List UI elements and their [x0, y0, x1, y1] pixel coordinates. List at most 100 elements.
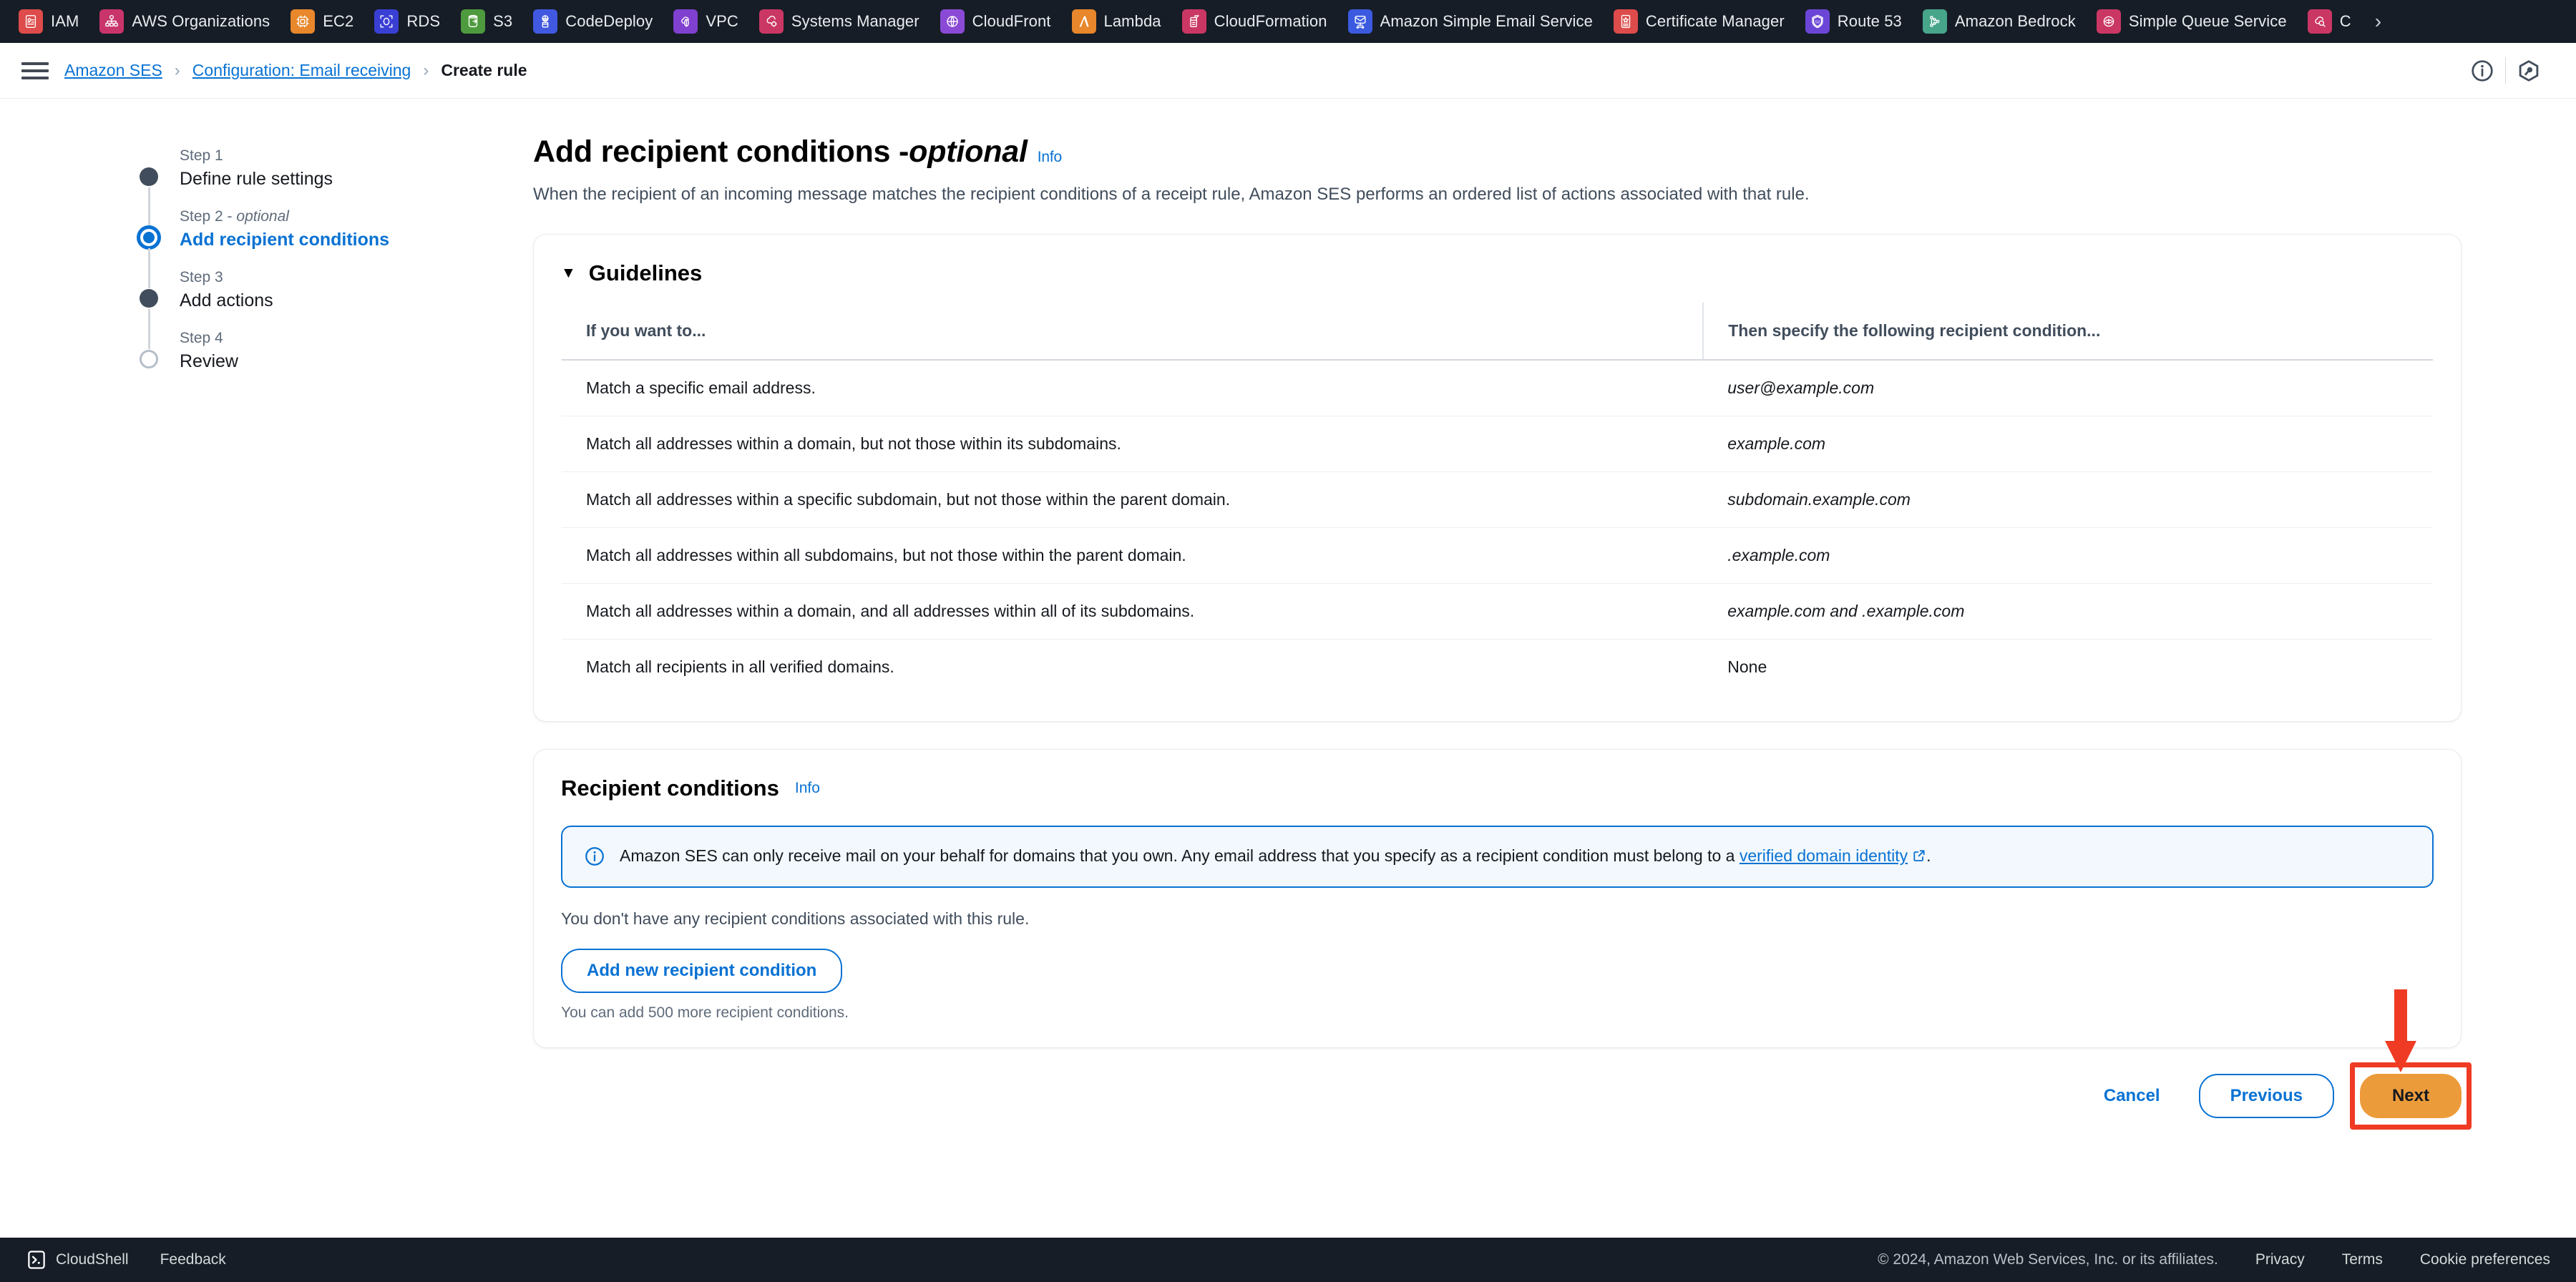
- table-row: Match all addresses within a domain, and…: [562, 583, 2433, 640]
- s3-icon: [461, 9, 486, 34]
- page-body: Step 1 Define rule settings Step 2 - opt…: [0, 99, 2576, 1238]
- wizard-step-add-actions[interactable]: Step 3 Add actions: [140, 268, 533, 349]
- table-row: Match all addresses within a domain, but…: [562, 416, 2433, 472]
- table-row: Match all addresses within a specific su…: [562, 471, 2433, 528]
- service-link-cloudfront[interactable]: CloudFront: [932, 0, 1063, 43]
- service-link-c[interactable]: C: [2299, 0, 2363, 43]
- breadcrumb-separator: ›: [174, 60, 180, 80]
- info-circle-icon: [584, 846, 605, 867]
- cookie-preferences-link[interactable]: Cookie preferences: [2401, 1251, 2550, 1268]
- rds-icon: [374, 9, 399, 34]
- service-link-amazon-bedrock[interactable]: Amazon Bedrock: [1914, 0, 2088, 43]
- guidelines-table: If you want to... Then specify the follo…: [561, 301, 2434, 695]
- step-dot-icon: [140, 288, 158, 308]
- cancel-button[interactable]: Cancel: [2091, 1076, 2173, 1116]
- service-link-iam[interactable]: IAM: [10, 0, 91, 43]
- service-label: Systems Manager: [791, 12, 919, 30]
- guideline-condition-cell: example.com and .example.com: [1703, 583, 2433, 640]
- breadcrumb-separator: ›: [423, 60, 429, 80]
- breadcrumb-item-amazon-ses[interactable]: Amazon SES: [64, 61, 162, 80]
- service-link-simple-queue-service[interactable]: Simple Queue Service: [2088, 0, 2299, 43]
- info-alert: Amazon SES can only receive mail on your…: [561, 825, 2434, 888]
- service-link-certificate-manager[interactable]: Certificate Manager: [1605, 0, 1797, 43]
- guidelines-header[interactable]: ▼ Guidelines: [561, 256, 2434, 302]
- verified-domain-identity-link[interactable]: verified domain identity: [1740, 846, 1908, 865]
- guideline-condition-cell: None: [1727, 657, 1767, 676]
- chevron-down-icon[interactable]: ▼: [561, 265, 576, 280]
- codedeploy-icon: [533, 9, 558, 34]
- feedback-link[interactable]: Feedback: [145, 1251, 242, 1268]
- service-link-aws-organizations[interactable]: AWS Organizations: [91, 0, 282, 43]
- main-content: Add recipient conditions - optional Info…: [533, 99, 2576, 1238]
- page-title-info-link[interactable]: Info: [1038, 149, 1062, 166]
- recipient-conditions-header: Recipient conditions Info: [561, 771, 2434, 820]
- step-dot-current-icon: [137, 225, 161, 250]
- ec2-icon: [291, 9, 316, 34]
- wizard-action-bar: Cancel Previous Next: [533, 989, 2472, 1130]
- service-link-s3[interactable]: S3: [452, 0, 525, 43]
- wizard-navigation: Step 1 Define rule settings Step 2 - opt…: [0, 99, 533, 1238]
- settings-hex-icon[interactable]: [2506, 48, 2552, 94]
- external-link-icon[interactable]: [1912, 846, 1926, 869]
- wizard-step-label: Step 1: [180, 147, 223, 164]
- guideline-condition-cell: example.com: [1703, 416, 2433, 472]
- lambda-icon: [1071, 9, 1096, 34]
- service-label: RDS: [406, 12, 441, 30]
- step-dot-pending-icon: [140, 349, 158, 368]
- wizard-step-define-rule-settings[interactable]: Step 1 Define rule settings: [140, 146, 533, 227]
- next-button[interactable]: Next: [2359, 1073, 2462, 1118]
- service-link-systems-manager[interactable]: Systems Manager: [751, 0, 932, 43]
- service-label: CloudFront: [972, 12, 1051, 30]
- wizard-step-title: Review: [180, 351, 238, 371]
- service-label: Amazon Bedrock: [1954, 12, 2076, 30]
- wizard-step-add-recipient-conditions[interactable]: Step 2 - optional Add recipient conditio…: [137, 207, 533, 288]
- service-link-rds[interactable]: RDS: [366, 0, 452, 43]
- page-title-text: Add recipient conditions -: [533, 134, 909, 169]
- feedback-label: Feedback: [160, 1251, 226, 1268]
- guideline-want-cell: Match a specific email address.: [562, 359, 1704, 416]
- breadcrumb-item-email-receiving[interactable]: Configuration: Email receiving: [192, 61, 411, 80]
- service-link-cloudformation[interactable]: CloudFormation: [1174, 0, 1340, 43]
- bedrock-icon: [1922, 9, 1947, 34]
- breadcrumb-bar: Amazon SES › Configuration: Email receiv…: [0, 43, 2576, 99]
- info-alert-text: Amazon SES can only receive mail on your…: [620, 844, 1931, 869]
- cloudshell-button[interactable]: CloudShell: [16, 1249, 145, 1271]
- service-bar-more-icon[interactable]: ›: [2363, 0, 2393, 43]
- wizard-step-review[interactable]: Step 4 Review: [140, 328, 533, 373]
- add-new-recipient-condition-button[interactable]: Add new recipient condition: [561, 948, 843, 993]
- service-link-amazon-simple-email-service[interactable]: Amazon Simple Email Service: [1340, 0, 1605, 43]
- service-link-codedeploy[interactable]: CodeDeploy: [525, 0, 665, 43]
- recipient-conditions-info-link[interactable]: Info: [795, 780, 820, 797]
- alert-text-before: Amazon SES can only receive mail on your…: [620, 846, 1740, 865]
- service-label: IAM: [51, 12, 79, 30]
- wizard-step-label: Step 4: [180, 329, 223, 346]
- previous-button[interactable]: Previous: [2198, 1073, 2334, 1118]
- cloudfront-icon: [940, 9, 965, 34]
- terms-link[interactable]: Terms: [2323, 1251, 2401, 1268]
- service-link-ec2[interactable]: EC2: [282, 0, 366, 43]
- guideline-condition-cell: subdomain.example.com: [1703, 471, 2433, 528]
- recipient-conditions-title: Recipient conditions: [561, 775, 779, 801]
- info-circle-icon[interactable]: [2459, 48, 2505, 94]
- wizard-step-title: Add actions: [180, 290, 273, 311]
- page-description: When the recipient of an incoming messag…: [533, 185, 1810, 204]
- column-header-then-specify: Then specify the following recipient con…: [1702, 302, 2433, 361]
- recipient-conditions-card: Recipient conditions Info Amazon SES can…: [533, 748, 2462, 1048]
- organizations-icon: [99, 9, 125, 34]
- guideline-want-cell: Match all addresses within a domain, and…: [562, 583, 1704, 640]
- service-label: VPC: [706, 12, 738, 30]
- guideline-condition-cell: .example.com: [1703, 527, 2433, 584]
- guideline-want-cell: Match all recipients in all verified dom…: [586, 657, 894, 676]
- guideline-want-cell: Match all addresses within a specific su…: [562, 471, 1704, 528]
- privacy-link[interactable]: Privacy: [2237, 1251, 2323, 1268]
- wizard-step-label: Step 2 - optional: [180, 207, 289, 225]
- service-link-route-53[interactable]: 53 Route 53: [1797, 0, 1914, 43]
- service-label: Amazon Simple Email Service: [1380, 12, 1593, 30]
- service-link-vpc[interactable]: VPC: [665, 0, 751, 43]
- service-label: Simple Queue Service: [2128, 12, 2287, 30]
- vpc-icon: [673, 9, 698, 34]
- hamburger-icon[interactable]: [21, 57, 49, 84]
- table-row: Match all addresses within all subdomain…: [562, 527, 2433, 584]
- service-link-lambda[interactable]: Lambda: [1063, 0, 1174, 43]
- service-label: Certificate Manager: [1645, 12, 1785, 30]
